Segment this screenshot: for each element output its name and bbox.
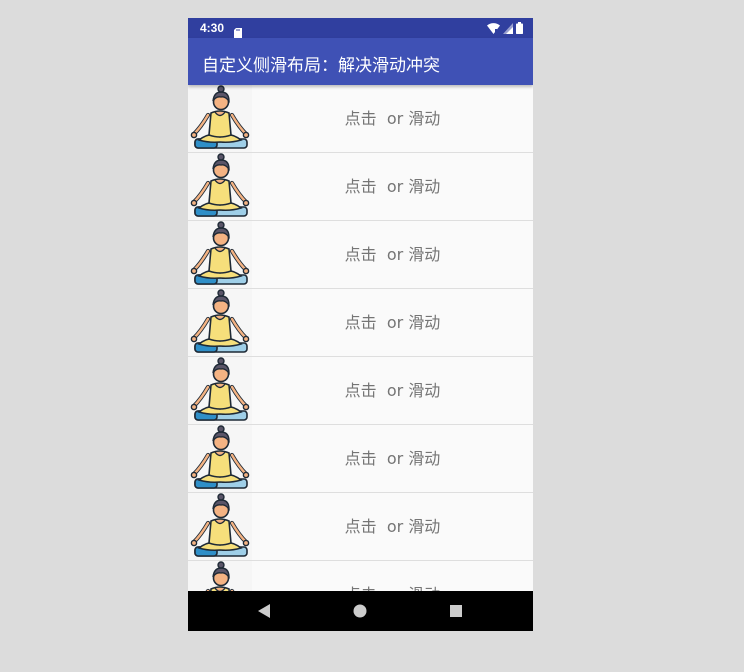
app-bar: 自定义侧滑布局：解决滑动冲突 [188, 38, 533, 85]
cell-signal-icon [503, 19, 513, 38]
list-item-label: 点击 or 滑动 [344, 313, 441, 332]
status-icons [487, 21, 523, 34]
meditation-icon [188, 425, 252, 492]
list-item-label: 点击 or 滑动 [344, 245, 441, 264]
list-item-label: 点击 or 滑动 [344, 177, 441, 196]
meditation-icon [188, 561, 252, 591]
status-bar: 4:30 [188, 18, 533, 38]
list-item-label: 点击 or 滑动 [344, 517, 441, 536]
list-item[interactable]: 点击 or 滑动 [188, 493, 533, 561]
recents-icon[interactable] [436, 591, 476, 631]
meditation-icon [188, 85, 252, 152]
list-item-label: 点击 or 滑动 [344, 449, 441, 468]
battery-icon [516, 19, 523, 38]
list-item-label: 点击 or 滑动 [252, 561, 533, 591]
meditation-icon [188, 221, 252, 288]
list-item[interactable]: 点击 or 滑动 [188, 289, 533, 357]
back-icon[interactable] [244, 591, 284, 631]
home-icon[interactable] [340, 591, 380, 631]
phone-screen: 4:30 自定义侧滑布局：解决滑动冲突 点击 or 滑动 点击 or 滑动 点击… [188, 18, 533, 631]
status-time: 4:30 [200, 21, 225, 35]
list-item-label: 点击 or 滑动 [344, 381, 441, 400]
navigation-bar [188, 591, 533, 631]
item-list[interactable]: 点击 or 滑动 点击 or 滑动 点击 or 滑动 点击 or 滑动 点击 o… [188, 85, 533, 591]
list-item[interactable]: 点击 or 滑动 [188, 153, 533, 221]
app-title: 自定义侧滑布局：解决滑动冲突 [202, 56, 440, 76]
list-item-label: 点击 or 滑动 [344, 109, 441, 128]
list-item[interactable]: 点击 or 滑动 [188, 357, 533, 425]
list-item[interactable]: 点击 or 滑动 [188, 85, 533, 153]
list-item[interactable]: 点击 or 滑动 [188, 425, 533, 493]
wifi-icon [487, 19, 500, 38]
meditation-icon [188, 289, 252, 356]
meditation-icon [188, 357, 252, 424]
meditation-icon [188, 153, 252, 220]
meditation-icon [188, 493, 252, 560]
sd-card-icon [234, 23, 242, 38]
list-item[interactable]: 点击 or 滑动 [188, 221, 533, 289]
list-item[interactable]: 点击 or 滑动 [188, 561, 533, 591]
